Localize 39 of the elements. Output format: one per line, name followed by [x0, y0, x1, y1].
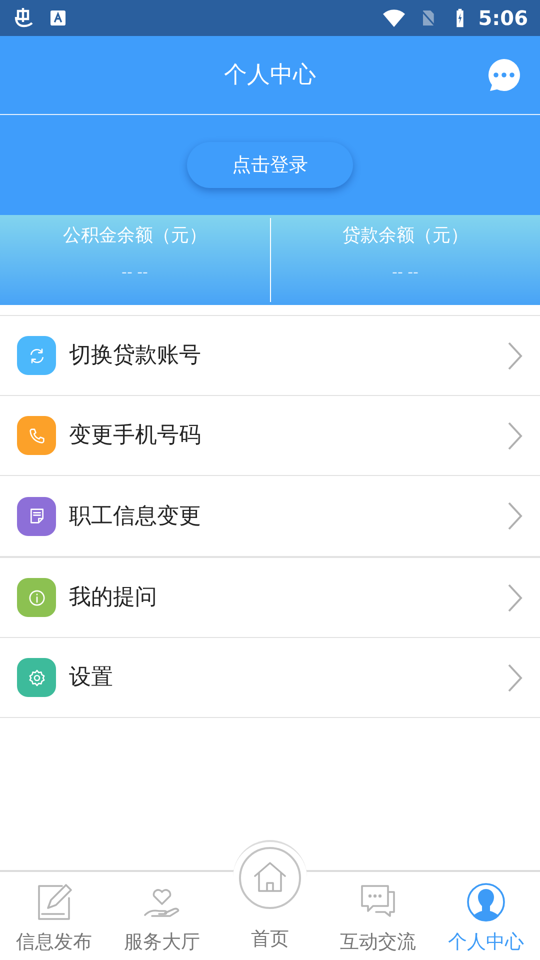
nav-label: 信息发布: [16, 931, 92, 953]
chevron-right-icon: [507, 420, 523, 450]
balance-label: 公积金余额（元）: [62, 224, 207, 248]
settings-icon: [26, 668, 46, 688]
nav-tab[interactable]: 互动交流: [324, 872, 432, 960]
balance-label: 贷款余额（元）: [342, 224, 468, 248]
info-icon: [26, 588, 46, 608]
chevron-right-icon: [507, 501, 523, 531]
phone-icon: [26, 426, 46, 446]
menu-row[interactable]: 职工信息变更: [0, 476, 540, 556]
menu-row[interactable]: 变更手机号码: [0, 396, 540, 476]
menu-row[interactable]: 切换贷款账号: [0, 316, 540, 396]
chat-bubble-icon[interactable]: [486, 57, 522, 93]
menu-row[interactable]: 我的提问: [0, 558, 540, 638]
app-notification-icon: [12, 6, 36, 30]
chevron-right-icon: [507, 582, 523, 612]
chevron-right-icon: [507, 340, 523, 370]
nav-label: 首页: [251, 928, 289, 950]
nav-label: 个人中心: [448, 931, 524, 953]
nav-label: 互动交流: [340, 931, 416, 953]
menu-row[interactable]: 设置: [0, 638, 540, 718]
menu-label: 变更手机号码: [69, 422, 201, 450]
menu-label: 设置: [69, 664, 113, 692]
login-button[interactable]: 点击登录: [187, 142, 353, 188]
person-icon: [466, 882, 506, 922]
menu-label: 我的提问: [69, 584, 157, 612]
nav-tab[interactable]: 信息发布: [0, 872, 108, 960]
status-time: 5:06: [478, 5, 528, 32]
nav-tab[interactable]: 服务大厅: [108, 872, 216, 960]
balance-value: -- --: [122, 262, 148, 283]
page-title: 个人中心: [224, 60, 316, 90]
nav-label: 服务大厅: [124, 931, 200, 953]
menu-label: 职工信息变更: [69, 502, 201, 530]
nav-tab[interactable]: 个人中心: [432, 872, 540, 960]
menu-label: 切换贷款账号: [69, 342, 201, 370]
nav-tab[interactable]: 首页: [216, 840, 324, 960]
chevron-right-icon: [507, 662, 523, 692]
keyboard-notification-icon: [48, 8, 68, 28]
balance-value: -- --: [392, 262, 418, 283]
